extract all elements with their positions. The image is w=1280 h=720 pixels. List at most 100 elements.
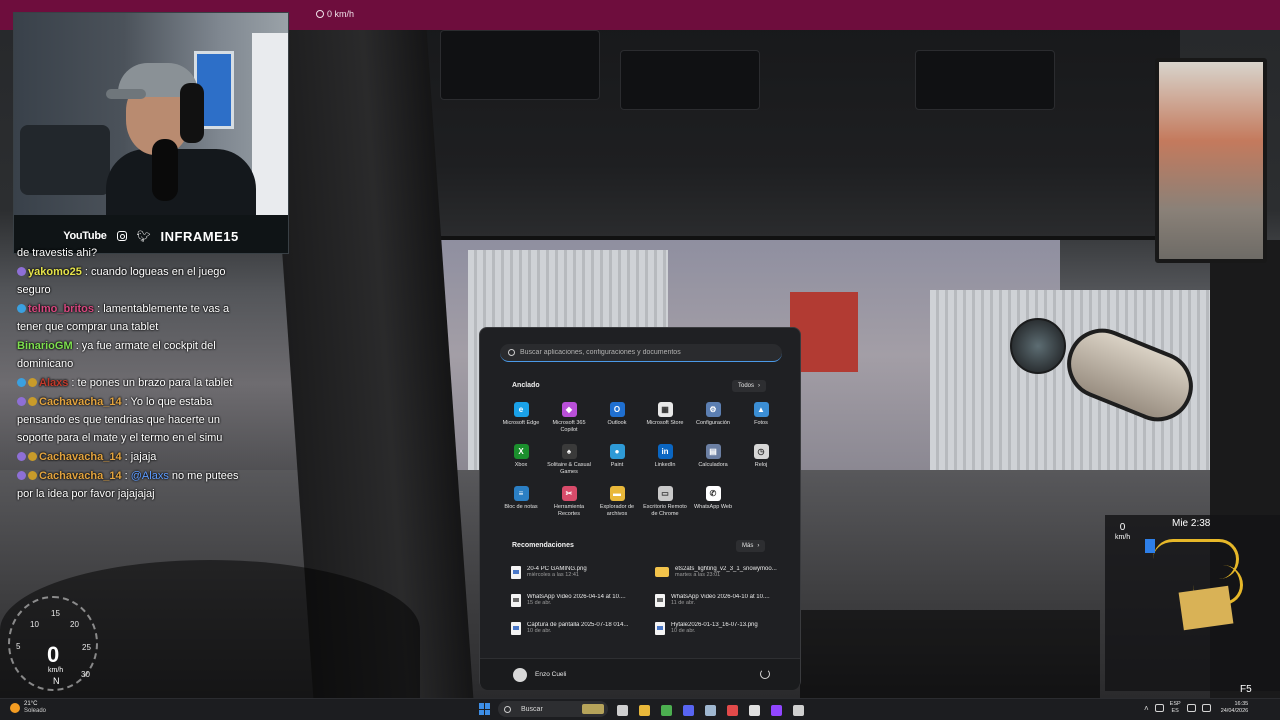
taskbar-app-button[interactable] — [658, 702, 674, 718]
pinned-app-label: Herramienta Recortes — [553, 504, 585, 517]
whatsapp-icon: ✆ — [705, 486, 721, 501]
pinned-app[interactable]: ▦ Microsoft Store — [641, 402, 689, 438]
store-icon: ▦ — [657, 402, 673, 417]
pinned-app[interactable]: O Outlook — [593, 402, 641, 438]
pinned-app[interactable]: ⚙ Configuración — [689, 402, 737, 438]
edge-icon: e — [513, 402, 529, 417]
cloud-icon[interactable] — [1154, 704, 1164, 712]
taskbar-app-button[interactable] — [768, 702, 784, 718]
all-apps-button[interactable]: Todos › — [732, 380, 767, 392]
recommendation-item[interactable]: ets2ats_lighting_v2_3_1_snowymoo... marte… — [655, 563, 781, 581]
user-name[interactable]: Enzo Cueli — [535, 671, 566, 678]
twitter-icon: 🐦︎ — [136, 230, 151, 243]
webcam-overlay: YouTube 🐦︎ INFRAME15 — [13, 12, 289, 254]
folder-icon — [655, 567, 669, 577]
sub-badge-icon — [17, 378, 26, 387]
chrome-icon — [660, 704, 672, 716]
solitaire-icon: ♠ — [561, 444, 577, 459]
recommendation-date: 15 de abr. — [527, 600, 552, 606]
remote-desktop-icon: ▭ — [657, 486, 673, 501]
speedometer-icon — [316, 10, 324, 18]
xbox-icon: X — [513, 444, 529, 459]
chevron-up-icon[interactable]: ˄ — [1144, 704, 1149, 713]
taskbar-app-button[interactable] — [724, 702, 740, 718]
snipping-icon: ✂ — [561, 486, 577, 501]
start-search-box[interactable] — [500, 344, 782, 362]
search-icon — [504, 705, 511, 713]
recommendation-date: 11 de abr. — [671, 600, 696, 606]
gps-minimap: 0 km/h Mie 2:38 — [1105, 515, 1280, 691]
more-button[interactable]: Más › — [736, 540, 766, 552]
outlook-icon: O — [609, 402, 625, 417]
weather-widget[interactable]: 21°C Soleado — [10, 701, 46, 715]
pinned-app[interactable]: in LinkedIn — [641, 444, 689, 480]
pinned-app[interactable]: ≡ Bloc de notas — [497, 486, 545, 522]
pinned-app[interactable]: ▤ Calculadora — [689, 444, 737, 480]
pinned-app-label: Solitaire & Casual Games — [547, 462, 591, 475]
chat-message: BinarioGM : ya fue armate el cockpit del… — [17, 340, 216, 370]
volume-icon[interactable] — [1201, 704, 1211, 712]
pinned-app[interactable]: ✂ Herramienta Recortes — [545, 486, 593, 522]
sun-icon — [10, 703, 20, 713]
chat-message: Alaxs : te pones un brazo para la tablet — [17, 374, 257, 392]
taskbar-app-button[interactable] — [680, 702, 696, 718]
video-file-icon — [655, 593, 665, 607]
streamer — [106, 49, 256, 215]
taskbar-app-button[interactable] — [636, 702, 652, 718]
taskbar-search[interactable]: Buscar — [498, 701, 608, 717]
taskbar-apps — [614, 702, 806, 718]
start-button[interactable] — [479, 703, 491, 715]
sub-badge-icon — [17, 397, 26, 406]
pinned-app[interactable]: ♠ Solitaire & Casual Games — [545, 444, 593, 480]
linkedin-icon: in — [657, 444, 673, 459]
pinned-app[interactable]: ▭ Escritorio Remoto de Chrome — [641, 486, 689, 522]
taskbar-clock[interactable]: 16:35 24/04/2026 — [1221, 701, 1249, 715]
pinned-app[interactable]: ▬ Explorador de archivos — [593, 486, 641, 522]
chat-message: Cachavacha_14 : @Alaxs no me putees por … — [17, 470, 239, 500]
gear-indicator: N — [53, 676, 60, 686]
pinned-app[interactable]: ▲ Fotos — [737, 402, 785, 438]
sub-badge-icon — [17, 304, 26, 313]
youtube-label: YouTube — [63, 230, 107, 242]
language-indicator[interactable]: ESP ES — [1170, 701, 1181, 715]
pinned-app[interactable]: e Microsoft Edge — [497, 402, 545, 438]
taskbar-app-button[interactable] — [746, 702, 762, 718]
taskbar-app-button[interactable] — [790, 702, 806, 718]
discord-icon — [682, 704, 694, 716]
start-search-input[interactable] — [520, 349, 770, 356]
pinned-app[interactable]: X Xbox — [497, 444, 545, 480]
taskbar: 21°C Soleado Buscar ˄ ESP ES 16:35 24/04/2… — [0, 698, 1280, 720]
pinned-app-label: Explorador de archivos — [599, 504, 635, 517]
recommendations-list: 20-4 PC GAMING.png miércoles a las 12:41 e… — [511, 563, 781, 637]
pinned-app-label: LinkedIn — [654, 462, 676, 468]
recommendation-item[interactable]: WhatsApp Video 2026-04-10 at 10.... 11 de… — [655, 591, 781, 609]
steering-shadow — [800, 610, 1100, 698]
taskbar-app-button[interactable] — [702, 702, 718, 718]
speedometer-gauge: 10 15 20 25 30 5 0 km/h N — [8, 596, 98, 691]
recommendation-item[interactable]: Captura de pantalla 2025-07-18 014... 10 … — [511, 619, 655, 637]
recommendation-date: miércoles a las 12:41 — [527, 572, 579, 578]
power-icon[interactable] — [760, 669, 770, 679]
interior-lamp — [1010, 318, 1066, 374]
pinned-app[interactable]: ◷ Reloj — [737, 444, 785, 480]
chat-overlay: de travestis ahi? yakomo25 : cuando logu… — [17, 244, 257, 504]
user-avatar[interactable] — [513, 668, 527, 682]
top-speed-readout: 0 km/h — [316, 9, 354, 19]
recommendation-item[interactable]: WhatsApp Video 2026-04-14 at 10.... 15 de… — [511, 591, 655, 609]
pinned-app[interactable]: ● Paint — [593, 444, 641, 480]
task-view-icon — [616, 704, 628, 716]
taskbar-app-button[interactable] — [614, 702, 630, 718]
pinned-app[interactable]: ◆ Microsoft 365 Copilot — [545, 402, 593, 438]
capture-icon — [748, 704, 760, 716]
network-icon[interactable] — [1186, 704, 1196, 712]
recommendation-item[interactable]: 20-4 PC GAMING.png miércoles a las 12:41 — [511, 563, 655, 581]
chat-message: Cachavacha_14 : Yo lo que estaba pensand… — [17, 396, 223, 444]
map-speed-limit: 0 km/h — [1115, 522, 1131, 542]
pinned-app[interactable]: ✆ WhatsApp Web — [689, 486, 737, 522]
bits-badge-icon — [28, 397, 37, 406]
pinned-apps-grid: e Microsoft Edge ◆ Microsoft 365 Copilot O Ou… — [497, 402, 787, 522]
pinned-app-label: Calculadora — [698, 462, 728, 468]
recommendation-item[interactable]: Hytale2026-01-13_16-07-13.png 10 de abr. — [655, 619, 781, 637]
pinned-app-label: Microsoft Edge — [502, 420, 540, 426]
sub-badge-icon — [17, 471, 26, 480]
